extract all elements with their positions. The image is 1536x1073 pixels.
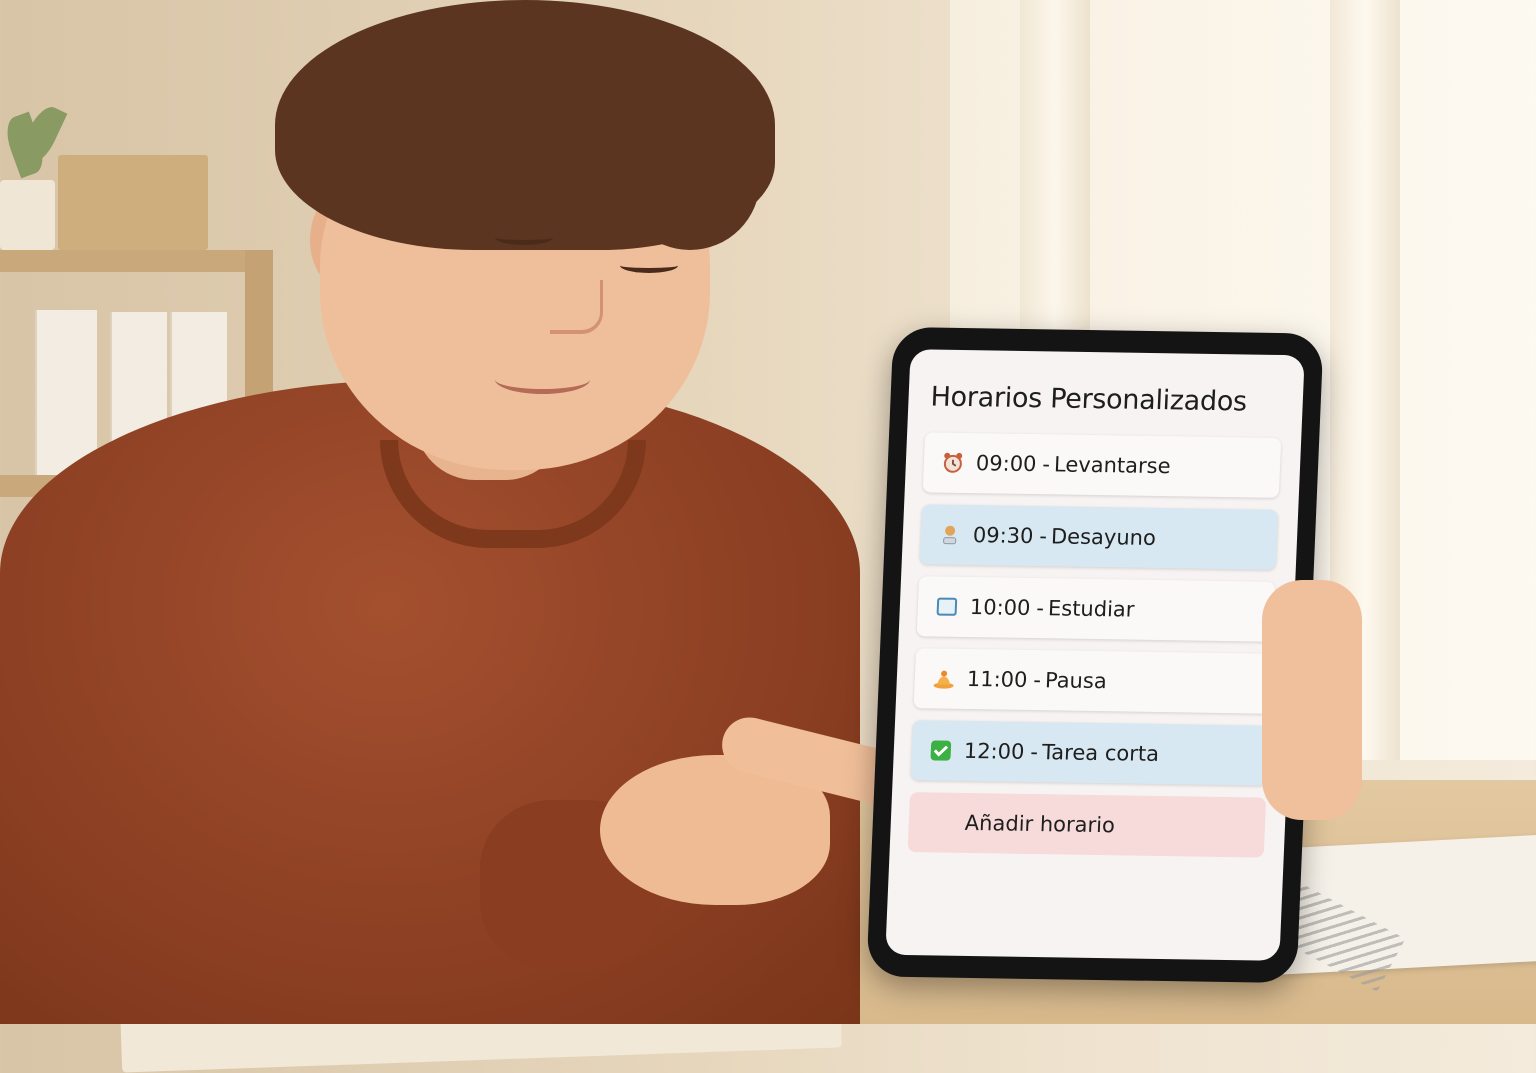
item-separator: - <box>1041 452 1051 477</box>
item-separator: - <box>1029 739 1039 765</box>
checkmark-icon <box>927 737 954 763</box>
item-time: 09:30 <box>972 523 1034 549</box>
alarm-clock-icon <box>939 450 966 476</box>
item-time: 10:00 <box>969 595 1031 620</box>
item-time: 11:00 <box>966 666 1028 692</box>
schedule-item[interactable]: 10:00 - Estudiar <box>916 576 1276 642</box>
binder <box>35 310 97 475</box>
item-time: 09:00 <box>975 451 1037 477</box>
schedule-item[interactable]: 11:00 - Pausa <box>913 648 1273 714</box>
add-schedule-button[interactable]: Añadir horario <box>907 792 1267 858</box>
tablet-device: Horarios Personalizados 09:00 - Levantar… <box>866 326 1324 984</box>
nose <box>550 280 603 334</box>
schedule-item[interactable]: 09:00 - Levantarse <box>922 432 1282 498</box>
item-label: Levantarse <box>1053 452 1172 479</box>
item-separator: - <box>1032 668 1042 693</box>
item-separator: - <box>1035 596 1045 621</box>
item-label: Estudiar <box>1047 596 1135 622</box>
holding-hand <box>1262 580 1362 820</box>
eye <box>620 258 678 273</box>
plant-pot <box>0 180 55 250</box>
item-label: Pausa <box>1044 668 1108 694</box>
item-separator: - <box>1038 524 1048 549</box>
book-icon <box>933 593 960 619</box>
schedule-item[interactable]: 12:00 - Tarea corta <box>910 720 1270 786</box>
mouth <box>495 365 590 394</box>
storage-box <box>58 155 208 250</box>
item-time: 12:00 <box>963 738 1025 764</box>
tablet-screen: Horarios Personalizados 09:00 - Levantar… <box>885 349 1305 961</box>
pause-icon <box>930 665 957 691</box>
page-title: Horarios Personalizados <box>930 381 1248 418</box>
schedule-list: 09:00 - Levantarse 09:30 - Desayuno 10:0… <box>907 432 1282 858</box>
shelf-board <box>0 250 270 272</box>
schedule-item[interactable]: 09:30 - Desayuno <box>919 504 1279 570</box>
item-label: Desayuno <box>1050 524 1157 550</box>
item-label: Tarea corta <box>1041 740 1160 766</box>
breakfast-icon <box>936 522 963 548</box>
eye <box>495 230 553 245</box>
